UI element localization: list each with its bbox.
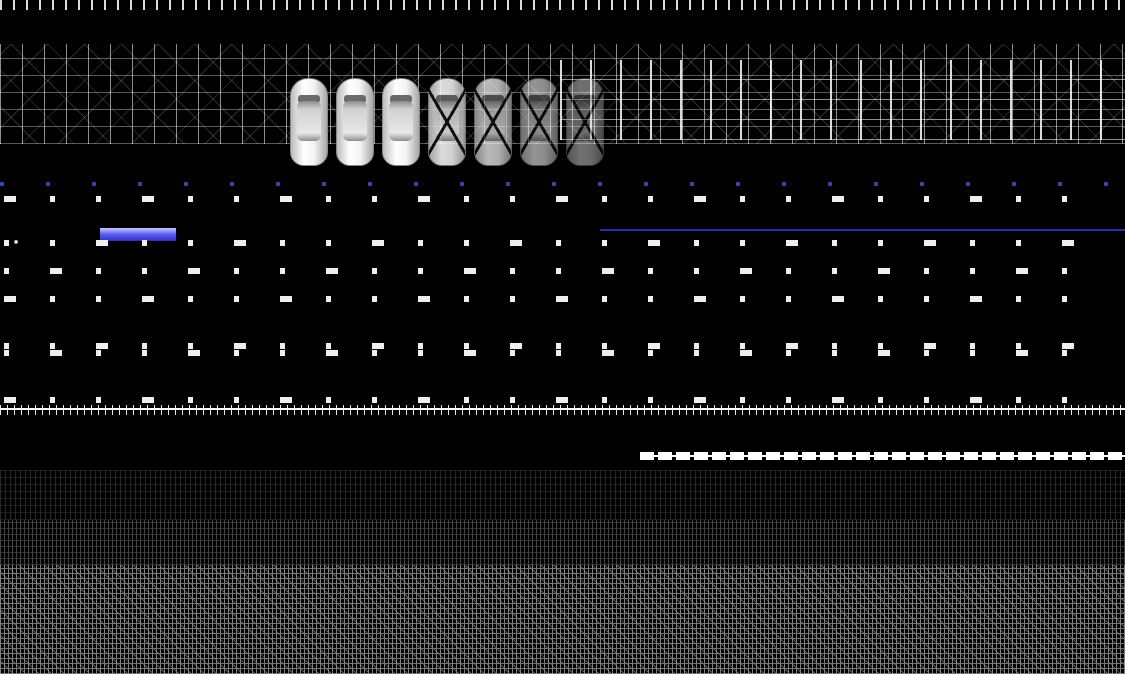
scaffold-lattice-bright [560, 60, 1125, 140]
noise-field [0, 470, 1125, 520]
car-icon [428, 78, 466, 166]
noise-field [0, 520, 1125, 565]
car-icon [336, 78, 374, 166]
blue-horizon-line [600, 229, 1125, 231]
car-icon [520, 78, 558, 166]
car-icon [290, 78, 328, 166]
noise-field [0, 565, 1125, 674]
white-rule-right [640, 452, 1125, 460]
top-dotted-rule [0, 0, 1125, 10]
car-icon [566, 78, 604, 166]
white-rule [0, 405, 1125, 415]
progress-fill [100, 228, 176, 241]
car-icon [474, 78, 512, 166]
blue-dash-row [0, 182, 1125, 186]
car-icon [382, 78, 420, 166]
